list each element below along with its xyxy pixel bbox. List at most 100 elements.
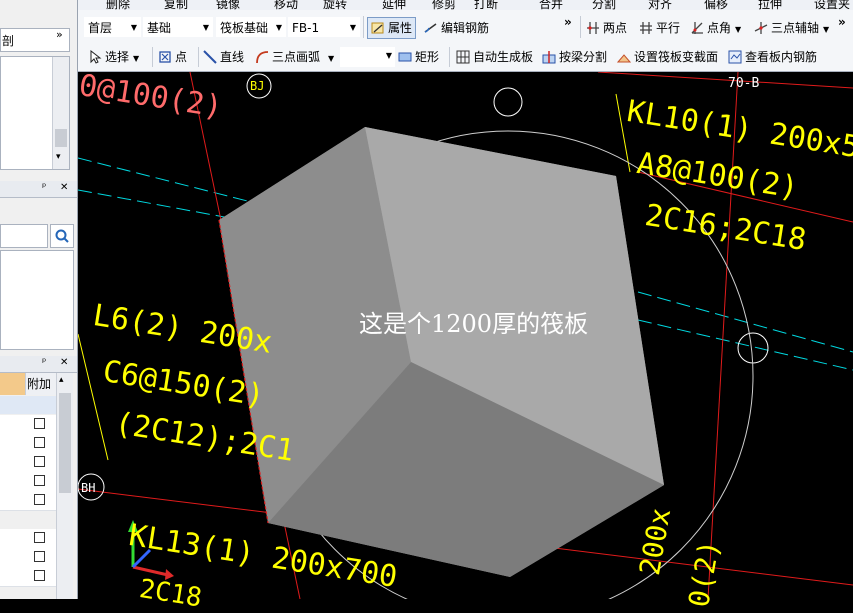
attr-header-cell	[0, 373, 25, 395]
view-rebar-button[interactable]: 查看板内钢筋	[728, 47, 817, 67]
view-rebar-label: 查看板内钢筋	[745, 50, 818, 64]
attr-row	[0, 567, 56, 587]
expand-arrow-icon[interactable]: »	[56, 28, 63, 41]
arc-tool-button[interactable]: 三点画弧 ▼	[255, 47, 334, 69]
scroll-up-icon[interactable]: ▴	[59, 375, 64, 385]
grid-icon	[456, 50, 470, 64]
trim-button[interactable]: 修剪	[432, 0, 456, 10]
cursor-icon	[90, 50, 102, 64]
component-list[interactable]	[0, 250, 74, 350]
chevron-down-icon: ▼	[349, 23, 356, 32]
axis-label-bj: BJ	[250, 79, 265, 93]
search-button[interactable]	[50, 224, 74, 248]
parallel-axis-icon	[640, 22, 652, 34]
axis-line-v2	[707, 72, 739, 599]
attr-row	[0, 434, 56, 454]
attr-row	[0, 472, 56, 492]
left-panel: 剖 » ▾ ᵖ ✕ ᵖ ✕ 附加 ▴	[0, 0, 78, 599]
scroll-down-icon[interactable]: ▾	[56, 152, 61, 162]
merge-button[interactable]: 合并	[539, 0, 563, 10]
line-label: 直线	[220, 50, 245, 64]
cyan-line-4	[637, 319, 853, 371]
set-clip-button[interactable]: 设置夹	[814, 0, 850, 10]
more-tools-icon-2[interactable]: »	[838, 12, 846, 32]
stretch-button[interactable]: 拉伸	[758, 0, 782, 10]
axis-label-70b: 70-B	[728, 76, 760, 91]
line-tool-button[interactable]: 直线	[203, 47, 244, 67]
attr-checkbox[interactable]	[34, 551, 45, 562]
panel-title-bar-2: ᵖ ✕	[0, 356, 77, 373]
tree-pane[interactable]: ▾	[0, 56, 70, 170]
set-section-button[interactable]: 设置筏板变截面	[617, 47, 718, 67]
set-section-icon	[617, 54, 631, 63]
two-point-label: 两点	[603, 21, 628, 35]
edit-rebar-button[interactable]: 编辑钢筋	[424, 18, 489, 38]
select-button[interactable]: 选择 ▼	[88, 47, 139, 69]
close-icon[interactable]: ✕	[60, 182, 68, 193]
component-type-value: 筏板基础	[220, 21, 269, 35]
floor-select[interactable]: 首层 ▼	[84, 17, 141, 37]
search-input[interactable]	[0, 224, 48, 248]
align-button[interactable]: 对齐	[648, 0, 672, 10]
split-by-beam-button[interactable]: 按梁分割	[542, 47, 607, 67]
arc-tool-icon	[256, 51, 269, 64]
tree-scrollbar[interactable]: ▾	[52, 57, 69, 169]
properties-label: 属性	[388, 21, 413, 35]
attr-checkbox[interactable]	[34, 418, 45, 429]
attr-checkbox[interactable]	[34, 532, 45, 543]
cyan-line-3	[637, 291, 853, 353]
copy-button[interactable]: 复制	[164, 0, 188, 10]
attr-selected-row[interactable]	[0, 396, 56, 414]
axis-label-bh: BH	[81, 481, 96, 495]
attr-checkbox[interactable]	[34, 437, 45, 448]
attr-checkbox[interactable]	[34, 494, 45, 505]
attr-header-append: 附加	[25, 373, 56, 395]
auto-generate-slab-button[interactable]: 自动生成板	[456, 47, 533, 67]
pin-icon-2[interactable]: ᵖ	[42, 357, 46, 368]
draw-toolbar: 选择 ▼ 点 直线 三点画弧 ▼ ▼ 矩形 自动生成板 按梁分割 设置筏板变截面 查…	[78, 44, 853, 72]
attr-checkbox[interactable]	[34, 475, 45, 486]
parallel-axis-button[interactable]: 平行	[639, 18, 680, 38]
rect-label: 矩形	[415, 50, 440, 64]
component-name-select[interactable]: FB-1 ▼	[288, 17, 360, 37]
edit-rebar-icon	[424, 23, 437, 33]
point-tool-button[interactable]: 点	[158, 47, 187, 67]
category-select[interactable]: 基础 ▼	[143, 17, 213, 37]
scroll-thumb[interactable]	[55, 129, 67, 147]
more-tools-icon[interactable]: »	[564, 12, 572, 32]
pin-icon[interactable]: ᵖ	[42, 182, 46, 193]
attr-scroll-thumb[interactable]	[59, 393, 71, 493]
attr-scrollbar[interactable]: ▴	[56, 373, 73, 599]
attr-checkbox[interactable]	[34, 456, 45, 467]
edit-toolbar: 删除 复制 镜像 移动 旋转 延伸 修剪 打断 合并 分割 对齐 偏移 拉伸 设…	[78, 0, 853, 10]
attr-checkbox[interactable]	[34, 570, 45, 581]
chevron-down-icon: ▼	[133, 54, 140, 63]
three-point-aux-button[interactable]: 三点辅轴 ▼	[754, 18, 829, 40]
attr-row	[0, 415, 56, 435]
component-type-select[interactable]: 筏板基础 ▼	[216, 17, 286, 37]
delete-button[interactable]: 删除	[106, 0, 130, 10]
offset-button[interactable]: 偏移	[704, 0, 728, 10]
chevron-down-icon: ▼	[202, 23, 209, 32]
properties-button[interactable]: 属性	[367, 17, 417, 39]
point-angle-axis-button[interactable]: 点角 ▼	[690, 18, 741, 40]
three-point-aux-icon	[754, 22, 768, 34]
edit-rebar-label: 编辑钢筋	[441, 21, 490, 35]
split-by-beam-icon	[542, 51, 556, 64]
chevron-down-icon: ▼	[130, 23, 137, 32]
point-angle-label: 点角	[707, 21, 732, 35]
break-button[interactable]: 打断	[474, 0, 498, 10]
split-button[interactable]: 分割	[592, 0, 616, 10]
rotate-button[interactable]: 旋转	[323, 0, 347, 10]
separator	[198, 47, 199, 67]
two-point-axis-button[interactable]: 两点	[586, 18, 627, 38]
mirror-button[interactable]: 镜像	[216, 0, 240, 10]
close-icon-2[interactable]: ✕	[60, 357, 68, 368]
extend-button[interactable]: 延伸	[382, 0, 406, 10]
arc-option-select[interactable]: ▼	[340, 47, 395, 67]
move-button[interactable]: 移动	[274, 0, 298, 10]
attr-row	[0, 529, 56, 549]
rect-tool-button[interactable]: 矩形	[398, 47, 439, 67]
category-value: 基础	[147, 21, 172, 35]
select-label: 选择	[105, 50, 130, 64]
